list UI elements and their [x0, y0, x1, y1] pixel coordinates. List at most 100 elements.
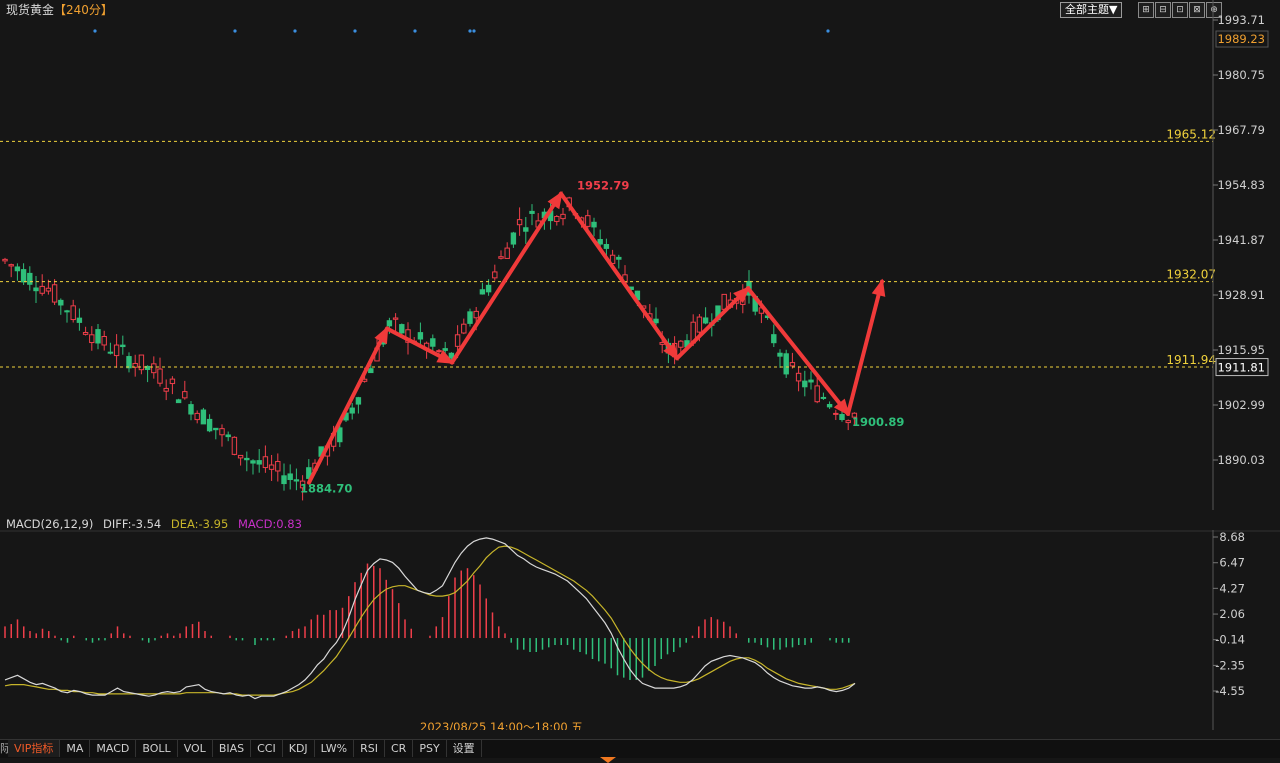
candle-body [795, 372, 802, 382]
trend-arrow-line [746, 286, 850, 416]
candle-body [120, 344, 126, 348]
candle-body [554, 216, 560, 222]
candle-body [467, 311, 473, 324]
candle-body [417, 332, 424, 340]
candle-body [597, 239, 603, 245]
candle-body [76, 317, 83, 323]
candle-body [8, 264, 14, 267]
candle-body [337, 427, 343, 443]
candle-body [200, 409, 207, 425]
candle-body [560, 213, 566, 220]
tab-lw[interactable]: LW% [315, 740, 355, 757]
tab-vip[interactable]: VIP指标 [8, 740, 61, 757]
tab-vol[interactable]: VOL [178, 740, 213, 757]
event-marker-dot [93, 29, 97, 33]
candle-body [349, 407, 355, 414]
candle-body [256, 460, 262, 465]
price-tick-label: 1941.87 [1217, 233, 1265, 247]
candle-body [702, 317, 709, 324]
candle-body [399, 324, 405, 334]
candle-body [194, 412, 200, 421]
candle-body [275, 461, 281, 472]
candle-body [213, 427, 219, 431]
tab-settings[interactable]: 设置 [447, 740, 482, 757]
candle-body [51, 284, 58, 303]
candle-body [485, 284, 492, 293]
candle-body [20, 269, 27, 283]
macd-chart[interactable]: 8.68 6.47 4.27 2.06 -0.14 -2.35 -4.55 2023/08/2… [0, 530, 1280, 730]
candle-body [64, 310, 70, 313]
event-marker-dot [353, 29, 357, 33]
candle-body [175, 399, 182, 404]
price-tick-label: 1915.95 [1217, 343, 1265, 357]
candle-body [523, 227, 529, 232]
scroll-marker-icon[interactable] [600, 757, 616, 763]
tab-psy[interactable]: PSY [413, 740, 447, 757]
macd-tick-label: -2.35 [1215, 658, 1245, 672]
candle-body [820, 396, 827, 399]
price-tick-label: 1902.99 [1217, 398, 1265, 412]
macd-name: MACD(26,12,9) [6, 517, 94, 531]
candle-body [504, 247, 510, 259]
chart-window: 现货黄金【240分】 全部主题▼ ⊞ ⊟ ⊡ ⊠ ⊕ 1965.12 1932.0… [0, 0, 1280, 763]
macd-tick-label: 6.47 [1219, 556, 1245, 570]
level-label: 1932.07 [1166, 268, 1216, 282]
price-annotation: 1952.79 [577, 179, 629, 193]
candle-body [771, 334, 777, 344]
price-chart[interactable]: 1965.12 1932.07 1911.94 1884.70 1952.79 1900… [0, 0, 1280, 510]
candle-body [777, 352, 783, 357]
event-marker-dot [233, 29, 237, 33]
candle-body [510, 232, 517, 245]
candle-body [783, 353, 789, 375]
candle-body [89, 334, 95, 344]
price-annotation: 1900.89 [852, 415, 904, 429]
candle-body [45, 287, 52, 292]
candle-body [231, 436, 238, 455]
level-label: 1965.12 [1166, 127, 1216, 141]
candle-body [492, 271, 498, 279]
macd-tick-label: 8.68 [1219, 530, 1245, 544]
candle-body [163, 387, 169, 392]
tab-bias[interactable]: BIAS [213, 740, 252, 757]
event-marker-dot [468, 29, 472, 33]
trend-arrow-line [675, 286, 750, 361]
event-marker-dot [293, 29, 297, 33]
candle-body [678, 340, 684, 348]
candle-body [151, 363, 157, 374]
candle-body [262, 456, 269, 469]
tab-bar-edge: 际 [0, 742, 11, 755]
event-marker-dot [826, 29, 830, 33]
tab-ma[interactable]: MA [60, 740, 91, 757]
tab-macd[interactable]: MACD [90, 740, 137, 757]
trend-arrow-line [307, 326, 389, 485]
candle-body [442, 348, 448, 351]
candle-body [839, 414, 845, 421]
candle-body [473, 310, 479, 319]
tab-cci[interactable]: CCI [251, 740, 283, 757]
price-tick-label: 1967.79 [1217, 123, 1265, 137]
tab-boll[interactable]: BOLL [136, 740, 178, 757]
dea-value: DEA:-3.95 [170, 517, 229, 531]
tab-cr[interactable]: CR [385, 740, 414, 757]
macd-tick-label: -4.55 [1215, 684, 1245, 698]
candle-body [430, 338, 436, 347]
trend-arrow-line [450, 191, 563, 365]
candle-body [696, 316, 703, 333]
candle-body [188, 404, 194, 415]
event-marker-dot [472, 29, 476, 33]
candle-body [126, 356, 132, 369]
candle-body [219, 428, 225, 436]
diff-line [4, 537, 856, 700]
candle-body [616, 256, 622, 260]
candle-body [39, 285, 45, 294]
candle-body [516, 219, 523, 226]
candle-body [392, 317, 399, 320]
candle-body [833, 412, 839, 415]
tab-rsi[interactable]: RSI [354, 740, 385, 757]
candle-body [498, 256, 504, 259]
tab-kdj[interactable]: KDJ [283, 740, 315, 757]
indicator-tab-bar: 际 VIP指标 MA MACD BOLL VOL BIAS CCI KDJ LW% RSI CR PSY… [0, 739, 1280, 758]
candle-body [113, 344, 120, 357]
candle-body [2, 258, 8, 262]
candle-body [808, 379, 814, 383]
